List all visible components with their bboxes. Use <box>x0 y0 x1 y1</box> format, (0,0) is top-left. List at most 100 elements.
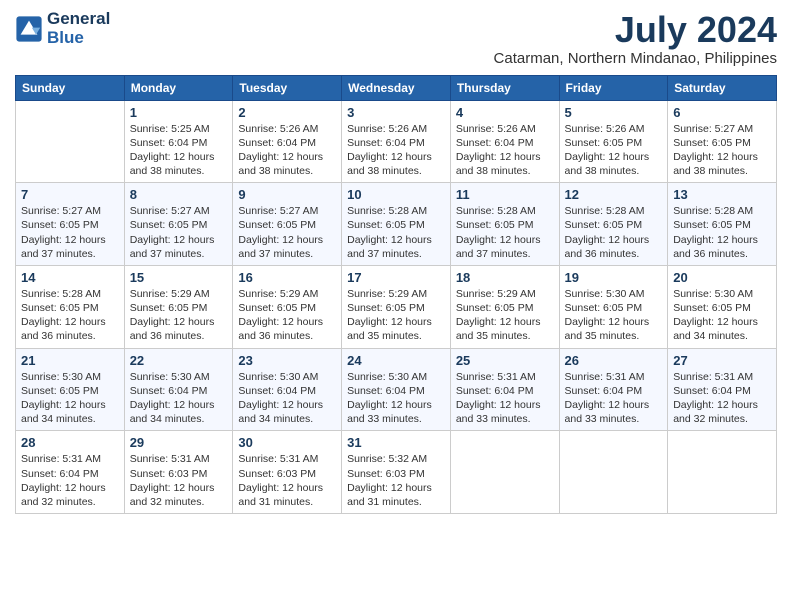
day-number: 12 <box>565 187 663 202</box>
day-info: Sunrise: 5:26 AM Sunset: 6:04 PM Dayligh… <box>238 122 336 179</box>
calendar-table: SundayMondayTuesdayWednesdayThursdayFrid… <box>15 75 777 514</box>
day-info: Sunrise: 5:30 AM Sunset: 6:04 PM Dayligh… <box>347 370 445 427</box>
location-subtitle: Catarman, Northern Mindanao, Philippines <box>494 50 777 67</box>
calendar-cell: 8 Sunrise: 5:27 AM Sunset: 6:05 PM Daylig… <box>124 183 233 266</box>
calendar-cell: 6 Sunrise: 5:27 AM Sunset: 6:05 PM Daylig… <box>668 100 777 183</box>
month-year-title: July 2024 <box>494 10 777 50</box>
day-info: Sunrise: 5:25 AM Sunset: 6:04 PM Dayligh… <box>130 122 228 179</box>
day-info: Sunrise: 5:30 AM Sunset: 6:05 PM Dayligh… <box>21 370 119 427</box>
day-number: 14 <box>21 270 119 285</box>
day-number: 30 <box>238 435 336 450</box>
day-info: Sunrise: 5:27 AM Sunset: 6:05 PM Dayligh… <box>238 204 336 261</box>
col-header-tuesday: Tuesday <box>233 75 342 100</box>
day-info: Sunrise: 5:26 AM Sunset: 6:04 PM Dayligh… <box>456 122 554 179</box>
day-info: Sunrise: 5:31 AM Sunset: 6:04 PM Dayligh… <box>673 370 771 427</box>
calendar-week-row: 14 Sunrise: 5:28 AM Sunset: 6:05 PM Dayli… <box>16 265 777 348</box>
day-number: 11 <box>456 187 554 202</box>
calendar-cell: 3 Sunrise: 5:26 AM Sunset: 6:04 PM Daylig… <box>342 100 451 183</box>
calendar-cell: 28 Sunrise: 5:31 AM Sunset: 6:04 PM Dayli… <box>16 431 125 514</box>
day-info: Sunrise: 5:26 AM Sunset: 6:04 PM Dayligh… <box>347 122 445 179</box>
day-number: 2 <box>238 105 336 120</box>
day-info: Sunrise: 5:31 AM Sunset: 6:04 PM Dayligh… <box>565 370 663 427</box>
day-number: 10 <box>347 187 445 202</box>
logo: General Blue <box>15 10 110 47</box>
day-number: 18 <box>456 270 554 285</box>
col-header-thursday: Thursday <box>450 75 559 100</box>
day-info: Sunrise: 5:31 AM Sunset: 6:03 PM Dayligh… <box>238 452 336 509</box>
day-info: Sunrise: 5:31 AM Sunset: 6:04 PM Dayligh… <box>456 370 554 427</box>
calendar-cell: 14 Sunrise: 5:28 AM Sunset: 6:05 PM Dayli… <box>16 265 125 348</box>
day-number: 5 <box>565 105 663 120</box>
day-info: Sunrise: 5:31 AM Sunset: 6:04 PM Dayligh… <box>21 452 119 509</box>
calendar-cell: 27 Sunrise: 5:31 AM Sunset: 6:04 PM Dayli… <box>668 348 777 431</box>
calendar-cell: 10 Sunrise: 5:28 AM Sunset: 6:05 PM Dayli… <box>342 183 451 266</box>
calendar-cell: 30 Sunrise: 5:31 AM Sunset: 6:03 PM Dayli… <box>233 431 342 514</box>
day-info: Sunrise: 5:32 AM Sunset: 6:03 PM Dayligh… <box>347 452 445 509</box>
day-info: Sunrise: 5:29 AM Sunset: 6:05 PM Dayligh… <box>456 287 554 344</box>
day-number: 15 <box>130 270 228 285</box>
day-number: 28 <box>21 435 119 450</box>
day-number: 29 <box>130 435 228 450</box>
day-info: Sunrise: 5:26 AM Sunset: 6:05 PM Dayligh… <box>565 122 663 179</box>
calendar-cell: 13 Sunrise: 5:28 AM Sunset: 6:05 PM Dayli… <box>668 183 777 266</box>
calendar-cell: 18 Sunrise: 5:29 AM Sunset: 6:05 PM Dayli… <box>450 265 559 348</box>
calendar-header-row: SundayMondayTuesdayWednesdayThursdayFrid… <box>16 75 777 100</box>
calendar-cell: 25 Sunrise: 5:31 AM Sunset: 6:04 PM Dayli… <box>450 348 559 431</box>
day-number: 7 <box>21 187 119 202</box>
calendar-cell: 7Sunrise: 5:27 AM Sunset: 6:05 PM Daylig… <box>16 183 125 266</box>
logo-text: General Blue <box>47 10 110 47</box>
day-number: 13 <box>673 187 771 202</box>
calendar-cell: 22Sunrise: 5:30 AM Sunset: 6:04 PM Dayli… <box>124 348 233 431</box>
day-info: Sunrise: 5:28 AM Sunset: 6:05 PM Dayligh… <box>565 204 663 261</box>
calendar-week-row: 1 Sunrise: 5:25 AM Sunset: 6:04 PM Daylig… <box>16 100 777 183</box>
day-number: 3 <box>347 105 445 120</box>
day-info: Sunrise: 5:29 AM Sunset: 6:05 PM Dayligh… <box>347 287 445 344</box>
day-number: 27 <box>673 353 771 368</box>
day-info: Sunrise: 5:30 AM Sunset: 6:04 PM Dayligh… <box>238 370 336 427</box>
day-number: 21 <box>21 353 119 368</box>
col-header-saturday: Saturday <box>668 75 777 100</box>
day-number: 19 <box>565 270 663 285</box>
day-number: 9 <box>238 187 336 202</box>
calendar-cell <box>450 431 559 514</box>
calendar-cell: 23Sunrise: 5:30 AM Sunset: 6:04 PM Dayli… <box>233 348 342 431</box>
calendar-cell: 5 Sunrise: 5:26 AM Sunset: 6:05 PM Daylig… <box>559 100 668 183</box>
calendar-cell: 19 Sunrise: 5:30 AM Sunset: 6:05 PM Dayli… <box>559 265 668 348</box>
day-number: 8 <box>130 187 228 202</box>
day-number: 6 <box>673 105 771 120</box>
calendar-cell: 29Sunrise: 5:31 AM Sunset: 6:03 PM Dayli… <box>124 431 233 514</box>
calendar-cell: 4 Sunrise: 5:26 AM Sunset: 6:04 PM Daylig… <box>450 100 559 183</box>
calendar-cell: 26Sunrise: 5:31 AM Sunset: 6:04 PM Dayli… <box>559 348 668 431</box>
col-header-monday: Monday <box>124 75 233 100</box>
day-info: Sunrise: 5:28 AM Sunset: 6:05 PM Dayligh… <box>673 204 771 261</box>
day-info: Sunrise: 5:28 AM Sunset: 6:05 PM Dayligh… <box>21 287 119 344</box>
calendar-week-row: 21 Sunrise: 5:30 AM Sunset: 6:05 PM Dayli… <box>16 348 777 431</box>
calendar-cell: 11Sunrise: 5:28 AM Sunset: 6:05 PM Dayli… <box>450 183 559 266</box>
col-header-sunday: Sunday <box>16 75 125 100</box>
day-info: Sunrise: 5:27 AM Sunset: 6:05 PM Dayligh… <box>673 122 771 179</box>
col-header-friday: Friday <box>559 75 668 100</box>
day-info: Sunrise: 5:30 AM Sunset: 6:05 PM Dayligh… <box>565 287 663 344</box>
day-number: 22 <box>130 353 228 368</box>
calendar-cell: 15Sunrise: 5:29 AM Sunset: 6:05 PM Dayli… <box>124 265 233 348</box>
calendar-cell: 21 Sunrise: 5:30 AM Sunset: 6:05 PM Dayli… <box>16 348 125 431</box>
calendar-cell: 24 Sunrise: 5:30 AM Sunset: 6:04 PM Dayli… <box>342 348 451 431</box>
calendar-cell: 1 Sunrise: 5:25 AM Sunset: 6:04 PM Daylig… <box>124 100 233 183</box>
page-header: General Blue July 2024 Catarman, Norther… <box>15 10 777 67</box>
day-number: 31 <box>347 435 445 450</box>
col-header-wednesday: Wednesday <box>342 75 451 100</box>
day-number: 4 <box>456 105 554 120</box>
day-info: Sunrise: 5:30 AM Sunset: 6:05 PM Dayligh… <box>673 287 771 344</box>
calendar-cell: 2 Sunrise: 5:26 AM Sunset: 6:04 PM Daylig… <box>233 100 342 183</box>
day-number: 16 <box>238 270 336 285</box>
calendar-cell: 9 Sunrise: 5:27 AM Sunset: 6:05 PM Daylig… <box>233 183 342 266</box>
day-number: 1 <box>130 105 228 120</box>
day-info: Sunrise: 5:27 AM Sunset: 6:05 PM Dayligh… <box>130 204 228 261</box>
day-info: Sunrise: 5:28 AM Sunset: 6:05 PM Dayligh… <box>347 204 445 261</box>
day-number: 25 <box>456 353 554 368</box>
day-number: 17 <box>347 270 445 285</box>
calendar-cell <box>668 431 777 514</box>
day-info: Sunrise: 5:29 AM Sunset: 6:05 PM Dayligh… <box>238 287 336 344</box>
calendar-cell: 12 Sunrise: 5:28 AM Sunset: 6:05 PM Dayli… <box>559 183 668 266</box>
day-number: 24 <box>347 353 445 368</box>
